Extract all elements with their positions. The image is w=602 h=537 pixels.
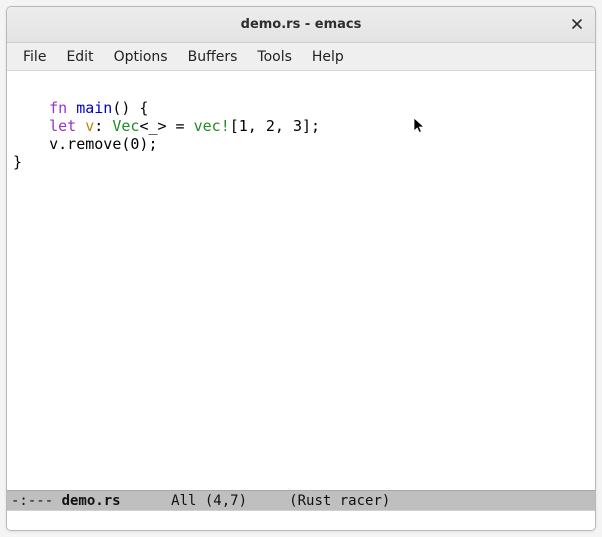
titlebar: demo.rs - emacs <box>7 7 595 43</box>
code-token: v.remove(0); <box>13 135 158 153</box>
editor-buffer[interactable]: fn main() { let v: Vec<_> = vec![1, 2, 3… <box>7 71 595 490</box>
modeline-modified: -:--- <box>11 493 62 509</box>
code-token: main <box>76 99 112 117</box>
mode-line: -:--- demo.rs All (4,7) (Rust racer) <box>7 490 595 510</box>
code-token: let <box>49 117 85 135</box>
menu-buffers[interactable]: Buffers <box>178 45 248 69</box>
code-token: } <box>13 153 22 171</box>
minibuffer[interactable] <box>7 510 595 530</box>
code-token: [1, 2, 3]; <box>230 117 320 135</box>
menu-file[interactable]: File <box>13 45 56 69</box>
menu-help[interactable]: Help <box>302 45 354 69</box>
code-token: Vec <box>112 117 139 135</box>
code-token: v <box>85 117 94 135</box>
modeline-buffer-name: demo.rs <box>62 493 121 509</box>
window-close-button[interactable] <box>565 13 589 37</box>
code-token <box>13 117 49 135</box>
menu-edit[interactable]: Edit <box>56 45 103 69</box>
code-token: vec! <box>194 117 230 135</box>
code-token: () { <box>112 99 148 117</box>
code-token: fn <box>49 99 76 117</box>
modeline-position: All (4,7) <box>121 493 290 509</box>
modeline-major-mode: (Rust racer) <box>289 493 390 509</box>
close-icon <box>572 18 582 33</box>
code-token: : <box>94 117 112 135</box>
window-title: demo.rs - emacs <box>241 17 362 32</box>
menubar: File Edit Options Buffers Tools Help <box>7 43 595 71</box>
menu-tools[interactable]: Tools <box>247 45 302 69</box>
code-token: <_> = <box>139 117 193 135</box>
mouse-pointer-icon <box>359 99 427 157</box>
menu-options[interactable]: Options <box>104 45 178 69</box>
emacs-window: demo.rs - emacs File Edit Options Buffer… <box>6 6 596 531</box>
